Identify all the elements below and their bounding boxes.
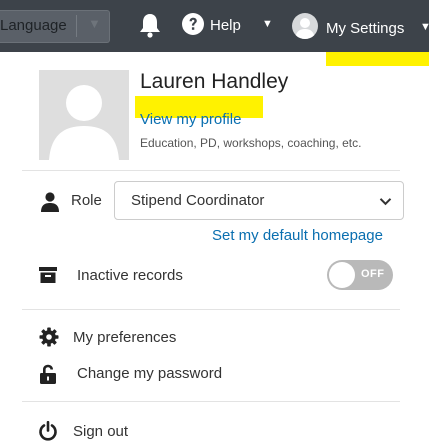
role-select-value: Stipend Coordinator xyxy=(131,192,265,209)
divider xyxy=(22,401,400,402)
bell-icon[interactable] xyxy=(138,12,162,38)
inactive-records-toggle[interactable]: OFF xyxy=(327,260,393,290)
chevron-down-icon xyxy=(379,198,392,206)
top-navigation-bar: Language ▼ Help ▼ My Settings ▼ xyxy=(0,0,429,52)
view-profile-link[interactable]: View my profile xyxy=(140,111,241,128)
gear-icon xyxy=(39,327,59,347)
my-preferences-item[interactable]: My preferences xyxy=(73,329,176,346)
toggle-state-label: OFF xyxy=(361,268,385,280)
role-label: Role xyxy=(71,192,102,209)
language-selector-label: Language xyxy=(0,17,67,34)
highlight-mark xyxy=(326,52,429,66)
unlock-icon xyxy=(40,364,56,384)
chevron-down-icon[interactable]: ▼ xyxy=(262,18,273,30)
archive-icon xyxy=(39,267,57,283)
inactive-records-label: Inactive records xyxy=(77,267,183,284)
language-selector[interactable]: Language ▼ xyxy=(0,10,110,43)
toggle-knob xyxy=(329,262,355,288)
my-settings-menu-label[interactable]: My Settings xyxy=(326,20,404,37)
profile-subtitle: Education, PD, workshops, coaching, etc. xyxy=(140,136,362,150)
power-icon xyxy=(39,421,57,441)
help-menu-label[interactable]: Help xyxy=(210,17,241,34)
divider xyxy=(22,170,400,171)
user-avatar-icon[interactable] xyxy=(292,13,318,39)
profile-avatar xyxy=(39,70,129,160)
chevron-down-icon: ▼ xyxy=(88,16,101,31)
set-default-homepage-link[interactable]: Set my default homepage xyxy=(212,227,383,244)
sign-out-item[interactable]: Sign out xyxy=(73,423,128,440)
change-password-item[interactable]: Change my password xyxy=(77,365,222,382)
profile-name: Lauren Handley xyxy=(140,70,289,93)
question-circle-icon[interactable] xyxy=(181,12,205,36)
chevron-down-icon[interactable]: ▼ xyxy=(420,21,429,33)
divider xyxy=(22,309,400,310)
person-icon xyxy=(41,192,59,212)
role-select[interactable]: Stipend Coordinator xyxy=(114,181,404,220)
language-selector-separator xyxy=(76,15,77,37)
